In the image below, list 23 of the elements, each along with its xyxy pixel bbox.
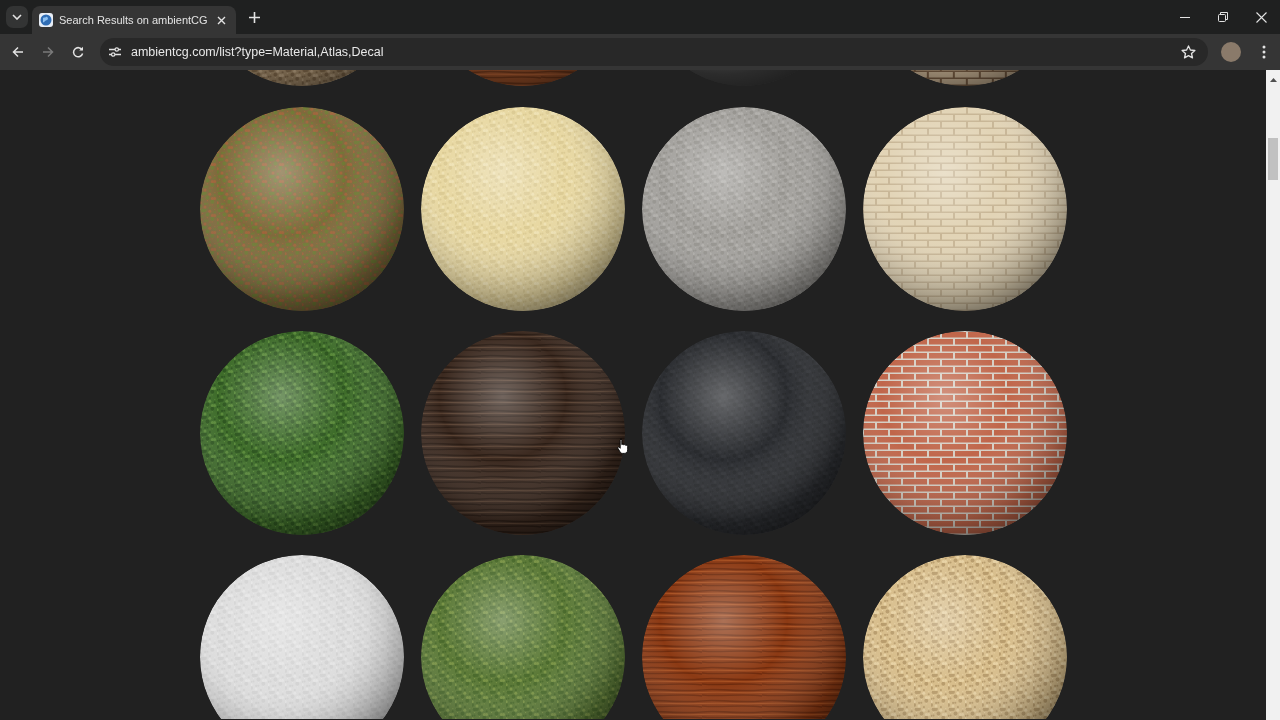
tab-search-button[interactable] [6,6,28,28]
caret-down-icon [12,14,22,20]
arrow-left-icon [12,46,24,58]
browser-tab[interactable]: Search Results on ambientCG [32,6,236,34]
reload-icon [72,46,84,58]
minimize-icon [1180,16,1190,18]
more-vertical-icon [1262,45,1266,59]
profile-avatar[interactable] [1221,42,1241,62]
url-text: ambientcg.com/list?type=Material,Atlas,Decal [131,45,384,59]
close-icon [1255,11,1267,23]
close-icon [217,15,227,25]
restore-icon [1218,12,1228,22]
material-sphere[interactable] [862,331,1067,535]
scrollbar[interactable] [1266,70,1280,720]
scrollbar-thumb[interactable] [1268,138,1278,180]
arrow-right-icon [42,46,54,58]
globe-icon [39,13,53,27]
plus-icon [249,11,261,23]
sliders-icon [109,47,121,57]
tab-title: Search Results on ambientCG [59,14,208,26]
material-sphere[interactable] [420,555,625,719]
scroll-up-arrow-icon[interactable] [1269,78,1277,82]
hand-cursor-icon [617,438,629,454]
